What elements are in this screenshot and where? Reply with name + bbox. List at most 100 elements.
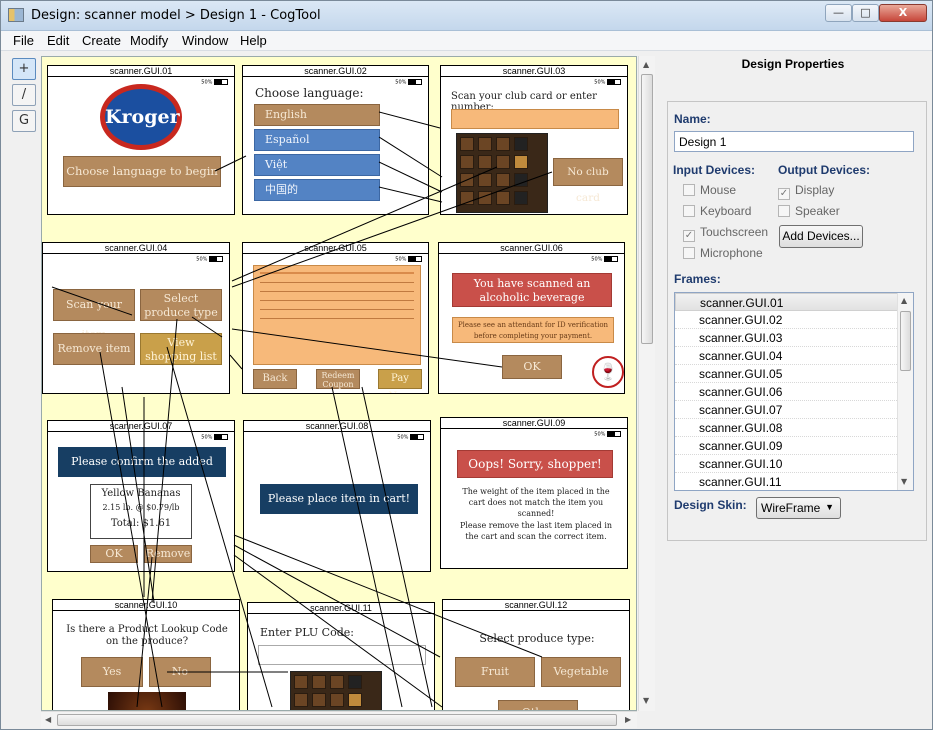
frame-list-item[interactable]: scanner.GUI.04 — [675, 347, 899, 365]
design-canvas[interactable]: scanner.GUI.01 50% Kroger Choose languag… — [41, 56, 637, 711]
design-name-input[interactable] — [674, 131, 914, 152]
remove-item-button[interactable]: Remove item — [53, 333, 135, 365]
produce-type-heading: Select produce type: — [479, 632, 595, 645]
microphone-label: Microphone — [700, 246, 763, 260]
club-card-field[interactable] — [451, 109, 619, 129]
viet-option[interactable]: Việt — [254, 154, 380, 176]
frame-scanner-gui-06[interactable]: scanner.GUI.06 50% You have scanned an a… — [438, 242, 625, 394]
vegetable-button[interactable]: Vegetable — [541, 657, 621, 687]
frame-scanner-gui-03[interactable]: scanner.GUI.03 50% Scan your club card o… — [440, 65, 628, 215]
oops-alert: Oops! Sorry, shopper! — [457, 450, 613, 478]
frame-list-item[interactable]: scanner.GUI.06 — [675, 383, 899, 401]
frame-scanner-gui-07[interactable]: scanner.GUI.07 50% Please confirm the ad… — [47, 420, 235, 572]
microphone-checkbox[interactable]: Microphone — [683, 246, 763, 260]
menu-modify[interactable]: Modify — [130, 33, 168, 48]
window-title: Design: scanner model > Design 1 - CogTo… — [31, 8, 321, 23]
frame-list-item[interactable]: scanner.GUI.11 — [675, 473, 899, 490]
ok-button[interactable]: OK — [502, 355, 562, 379]
close-button[interactable]: X — [879, 4, 927, 22]
display-checkbox[interactable]: ✓ Display — [778, 183, 834, 200]
menu-window[interactable]: Window — [182, 33, 228, 48]
pay-now-button[interactable]: Pay Now — [378, 369, 422, 393]
english-option[interactable]: English — [254, 104, 380, 126]
touchscreen-label: Touchscreen — [700, 225, 769, 239]
chinese-option[interactable]: 中国的 — [254, 179, 380, 201]
design-skin-select[interactable]: WireFrame ▼ — [756, 497, 841, 519]
redeem-coupon-button[interactable]: Redeem Coupon — [316, 369, 360, 389]
transition-tool-icon[interactable]: / — [12, 84, 36, 106]
scroll-down-icon[interactable]: ▼ — [643, 696, 649, 705]
select-tool-icon[interactable]: + — [12, 58, 36, 80]
frame-list-item[interactable]: scanner.GUI.01 — [675, 293, 899, 311]
menu-edit[interactable]: Edit — [47, 33, 69, 48]
frame-list-item[interactable]: scanner.GUI.05 — [675, 365, 899, 383]
scroll-up-icon[interactable]: ▲ — [643, 60, 649, 69]
plu-input[interactable] — [258, 645, 426, 665]
scroll-down-icon[interactable]: ▼ — [901, 477, 907, 486]
frame-list-item[interactable]: scanner.GUI.09 — [675, 437, 899, 455]
frame-list-item[interactable]: scanner.GUI.08 — [675, 419, 899, 437]
frame-scanner-gui-04[interactable]: scanner.GUI.04 50% Scan your item Select… — [42, 242, 230, 394]
frame-list-item[interactable]: scanner.GUI.02 — [675, 311, 899, 329]
frames-label: Frames: — [674, 272, 721, 286]
weight-mismatch-text: The weight of the item placed in the car… — [462, 487, 610, 518]
frame-scanner-gui-10[interactable]: scanner.GUI.10 Is there a Product Lookup… — [52, 599, 240, 710]
menu-create[interactable]: Create — [82, 33, 121, 48]
frame-list-item[interactable]: scanner.GUI.10 — [675, 455, 899, 473]
choose-language-button[interactable]: Choose language to begin — [63, 156, 221, 187]
scroll-up-icon[interactable]: ▲ — [901, 296, 907, 305]
number-keypad[interactable] — [456, 133, 548, 213]
frame-title: scanner.GUI.01 — [48, 66, 234, 77]
battery-label: 50% — [395, 256, 407, 263]
frame-title: scanner.GUI.02 — [243, 66, 428, 77]
frame-list-item[interactable]: scanner.GUI.07 — [675, 401, 899, 419]
frame-scanner-gui-05[interactable]: scanner.GUI.05 50% Back Redeem Coupon Pa… — [242, 242, 429, 394]
frame-scanner-gui-01[interactable]: scanner.GUI.01 50% Kroger Choose languag… — [47, 65, 235, 215]
menu-help[interactable]: Help — [240, 33, 267, 48]
add-devices-button[interactable]: Add Devices... — [779, 225, 863, 248]
touchscreen-checkbox[interactable]: ✓ Touchscreen — [683, 225, 768, 242]
design-skin-value: WireFrame — [761, 501, 821, 515]
frame-title: scanner.GUI.08 — [244, 421, 430, 432]
confirm-remove-button[interactable]: Remove — [144, 545, 192, 563]
frames-list[interactable]: scanner.GUI.01 scanner.GUI.02 scanner.GU… — [674, 292, 914, 491]
frame-list-item[interactable]: scanner.GUI.03 — [675, 329, 899, 347]
canvas-horizontal-scrollbar[interactable]: ◀ ▶ — [41, 711, 637, 728]
frame-title: scanner.GUI.11 — [248, 603, 434, 614]
scroll-left-icon[interactable]: ◀ — [45, 715, 51, 724]
fruit-button[interactable]: Fruit — [455, 657, 535, 687]
frame-title: scanner.GUI.06 — [439, 243, 624, 254]
frame-scanner-gui-09[interactable]: scanner.GUI.09 50% Oops! Sorry, shopper!… — [440, 417, 628, 569]
wine-glass-icon: 🍷 — [592, 356, 624, 388]
minimize-button[interactable]: — — [825, 4, 852, 22]
view-shopping-list-button[interactable]: View shopping list — [140, 333, 222, 365]
back-button[interactable]: Back — [253, 369, 297, 389]
battery-indicator: 50% — [201, 434, 228, 441]
scroll-thumb[interactable] — [641, 74, 653, 344]
frame-scanner-gui-11[interactable]: scanner.GUI.11 Enter PLU Code: — [247, 602, 435, 710]
mouse-checkbox[interactable]: Mouse — [683, 183, 736, 197]
frame-scanner-gui-08[interactable]: scanner.GUI.08 50% Please place item in … — [243, 420, 431, 572]
plu-keypad[interactable] — [290, 671, 382, 710]
scroll-right-icon[interactable]: ▶ — [625, 715, 631, 724]
canvas-vertical-scrollbar[interactable]: ▲ ▼ — [638, 56, 655, 711]
no-button[interactable]: No — [149, 657, 211, 687]
frame-scanner-gui-02[interactable]: scanner.GUI.02 50% Choose language: Engl… — [242, 65, 429, 215]
no-club-card-button[interactable]: No club card — [553, 158, 623, 204]
frames-list-scrollbar[interactable]: ▲ ▼ — [897, 293, 913, 490]
confirm-ok-button[interactable]: OK — [90, 545, 138, 563]
scan-item-button[interactable]: Scan your item — [53, 289, 135, 341]
select-produce-button[interactable]: Select produce type — [140, 289, 222, 321]
menu-file[interactable]: File — [13, 33, 34, 48]
other-button[interactable]: Other — [498, 700, 578, 710]
espanol-option[interactable]: Español — [254, 129, 380, 151]
scroll-thumb[interactable] — [57, 714, 617, 726]
keyboard-label: Keyboard — [700, 204, 752, 218]
frame-scanner-gui-12[interactable]: scanner.GUI.12 Select produce type: Frui… — [442, 599, 630, 710]
keyboard-checkbox[interactable]: Keyboard — [683, 204, 751, 218]
scroll-thumb[interactable] — [900, 311, 911, 371]
yes-button[interactable]: Yes — [81, 657, 143, 687]
frame-tool-icon[interactable]: G — [12, 110, 36, 132]
speaker-checkbox[interactable]: Speaker — [778, 204, 840, 218]
maximize-button[interactable]: □ — [852, 4, 879, 22]
